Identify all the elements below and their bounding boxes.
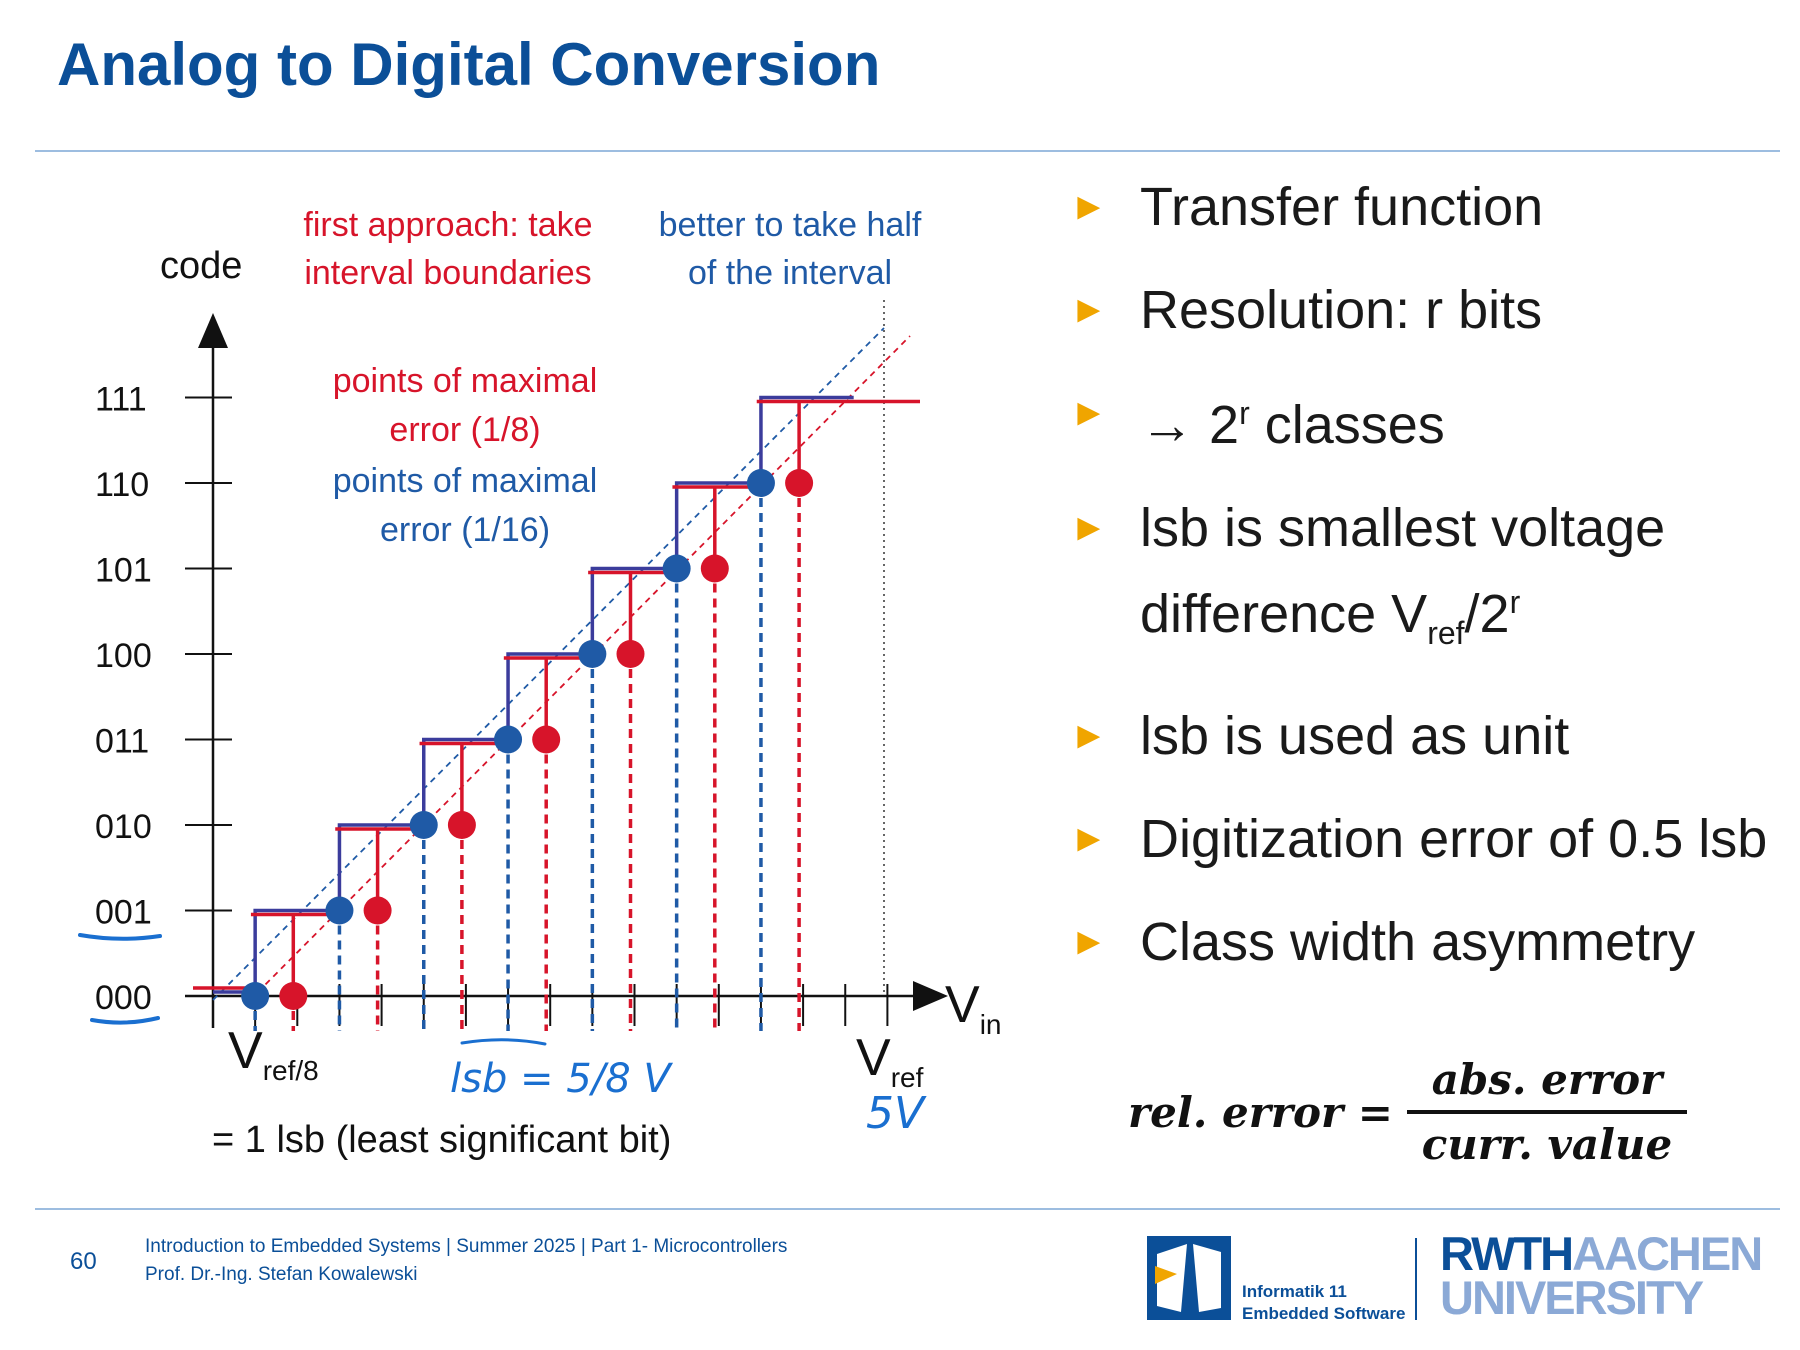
- relative-error-formula: rel. error = abs. error curr. value: [1128, 1055, 1687, 1169]
- informatik-11-label: Informatik 11 Embedded Software: [1242, 1282, 1406, 1323]
- blue-error-point: [409, 811, 438, 839]
- footer-author: Prof. Dr.-Ing. Stefan Kowalewski: [145, 1264, 418, 1285]
- bullet-class-width-asymmetry: ► Class width asymmetry: [1070, 905, 1790, 979]
- y-tick-label-110: 110: [95, 466, 149, 504]
- y-tick-label-111: 111: [95, 381, 147, 419]
- blue-error-point: [241, 982, 270, 1010]
- bullet-arrow-icon: ►: [1070, 392, 1108, 434]
- red-error-point: [700, 554, 729, 583]
- bullet-arrow-icon: ►: [1070, 817, 1108, 860]
- handwriting-lsb-5-8v: lsb = 5/8 V: [450, 1056, 673, 1102]
- footer-divider: [35, 1208, 1780, 1210]
- bullet-list: ► Transfer function ► Resolution: r bits ►…: [1070, 170, 1790, 1008]
- blue-error-point: [662, 554, 691, 583]
- logo-separator: [1415, 1238, 1417, 1320]
- blue-error-note-line1: points of maximal: [333, 462, 598, 500]
- red-approach-note-line1: first approach: take: [303, 206, 592, 244]
- bullet-lsb-smallest-voltage: ► lsb is smallest voltage difference Vref/…: [1070, 491, 1790, 670]
- blue-error-point: [494, 725, 523, 754]
- formula-lhs: rel. error =: [1128, 1087, 1393, 1137]
- bullet-arrow-icon: ►: [1070, 186, 1108, 228]
- diagonal-lines: [212, 327, 911, 1001]
- informatik-11-logo-icon: [1147, 1236, 1231, 1320]
- page-number: 60: [70, 1248, 97, 1275]
- red-error-point: [447, 811, 476, 839]
- blue-approach-note-line2: of the interval: [688, 254, 892, 292]
- lsb-definition: = 1 lsb (least significant bit): [212, 1119, 671, 1161]
- bullet-classes: ► → 2r classes: [1070, 376, 1790, 462]
- y-tick-label-101: 101: [95, 552, 152, 590]
- bullet-arrow-icon: ►: [1070, 714, 1108, 757]
- y-tick-label-000: 000: [95, 979, 152, 1017]
- bullet-digitization-error: ► Digitization error of 0.5 lsb: [1070, 802, 1790, 876]
- fraction-bar: [1406, 1110, 1687, 1114]
- formula-denominator: curr. value: [1421, 1120, 1673, 1169]
- blue-error-point: [746, 469, 775, 497]
- y-ticks: 000 001 010 011 100 101 110 111: [95, 381, 232, 1017]
- adc-transfer-diagram: 000 001 010 011 100 101 110 111 code Vin Vref/8…: [78, 206, 1001, 1161]
- bullet-arrow-icon: ►: [1070, 507, 1108, 549]
- bullet-lsb-unit: ► lsb is used as unit: [1070, 699, 1790, 773]
- bullet-arrow-icon: ►: [1070, 920, 1108, 963]
- red-error-point: [363, 896, 392, 925]
- formula-fraction: abs. error curr. value: [1406, 1055, 1687, 1169]
- y-tick-label-010: 010: [95, 808, 152, 846]
- blue-error-note-line2: error (1/16): [380, 511, 550, 549]
- handwriting-5v: 5V: [866, 1088, 927, 1139]
- red-error-point: [616, 640, 645, 668]
- y-tick-label-001: 001: [95, 894, 152, 932]
- formula-numerator: abs. error: [1431, 1055, 1663, 1104]
- blue-error-point: [325, 896, 354, 925]
- footer-course: Introduction to Embedded Systems | Summe…: [145, 1236, 788, 1257]
- bullet-arrow-icon: ►: [1070, 289, 1108, 331]
- red-error-point: [279, 982, 308, 1010]
- x-axis-label: Vin: [945, 976, 1001, 1040]
- red-approach-note-line2: interval boundaries: [304, 254, 591, 292]
- blue-dashed-diagonal: [212, 327, 885, 1001]
- error-points: [241, 469, 814, 1010]
- red-error-point: [785, 469, 814, 497]
- vref-label: Vref: [856, 1029, 924, 1093]
- bullet-transfer-function: ► Transfer function: [1070, 170, 1790, 244]
- y-axis-label: code: [160, 245, 242, 287]
- y-tick-label-011: 011: [95, 723, 149, 761]
- red-error-note-line1: points of maximal: [333, 362, 598, 400]
- x-ticks: [254, 984, 889, 1026]
- bullet-resolution: ► Resolution: r bits: [1070, 273, 1790, 347]
- vref8-label: Vref/8: [228, 1022, 319, 1086]
- blue-error-point: [578, 640, 607, 668]
- rwth-aachen-logo: RWTHAACHEN UNIVERSITY: [1440, 1227, 1763, 1324]
- y-tick-label-100: 100: [95, 637, 152, 675]
- blue-approach-note-line1: better to take half: [659, 206, 922, 244]
- red-error-note-line2: error (1/8): [389, 411, 540, 449]
- red-error-point: [532, 725, 561, 754]
